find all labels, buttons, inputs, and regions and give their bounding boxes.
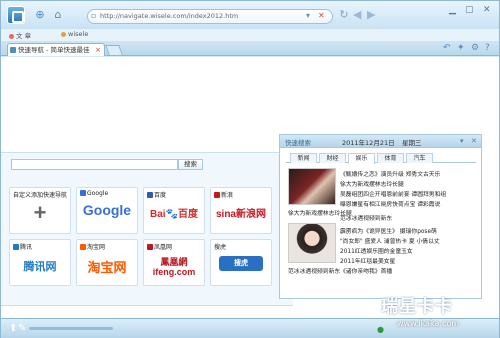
stop-icon[interactable]: ✕ [318,11,325,20]
nav-tile-sohu[interactable]: 搜虎 搜虎 [210,239,272,286]
favorite-icon[interactable]: ✦ [457,43,465,53]
nav-tile-ifeng[interactable]: 凤凰网 鳳凰網 ifeng.com [143,239,205,286]
bookmark-dot-icon [61,31,66,37]
tab-title: 快速导航 - 简单快速最佳 [18,46,90,54]
tab-close-icon[interactable]: × [95,44,101,56]
news-headline[interactable]: "尚女郎" 盛爱人 浦曾热卡 夏 小倩以丈 [340,236,440,245]
news-headline[interactable]: 霹雳疯为《诡异医生》 摄瑞你pose萌 [340,226,437,235]
forward-icon[interactable]: ▶ [367,8,375,21]
google-icon [80,190,86,196]
bookmark-bar: 文 章 wisele [1,29,499,41]
search-button[interactable]: 搜索 [178,159,203,170]
undo-icon[interactable]: ↶ [443,43,451,53]
address-bar[interactable]: ▫ http://navigate.wisele.com/index2012.h… [87,9,333,24]
news-headline[interactable]: 《诸你亲吻我》首播 [340,266,392,275]
nav-tile-qq[interactable]: 腾讯 腾讯网 [9,239,71,286]
news-tab-news[interactable]: 新闻 [290,153,317,163]
news-headline[interactable]: 徐大为新戏摆林志玲长腿 [340,179,404,188]
settings-icon[interactable]: ⚙ [471,43,479,53]
news-headline[interactable]: 《甄嬛传之恋》演员升级 郑秀文古天乐 [340,169,440,178]
news-widget: 快速搜索 2011年12月21日 星期三 ▾ ✕ 新闻 财经 娱乐 体育 汽车 … [279,134,482,299]
bookmark-item[interactable]: wisele [61,30,88,38]
new-tab-button[interactable] [105,45,123,55]
back-icon[interactable]: ◀ [353,8,361,21]
help-icon[interactable]: ? [485,43,490,53]
watermark-url: www.ikaka.com [397,319,460,328]
maximize-icon[interactable]: ▢ [465,5,474,15]
ifeng-icon [147,244,153,250]
tab-favicon-icon [10,47,16,53]
title-bar: ⊕ ⌂ ▫ http://navigate.wisele.com/index20… [1,1,499,29]
tab-bar: 快速导航 - 简单快速最佳 × ↶ ✦ ⚙ ? [1,41,499,56]
baidu-icon [147,192,153,198]
quick-nav-panel: 搜索 自定义添加快速导航 + Google Google 百度 Bai🐾百度 新… [1,152,293,306]
nav-tile-google[interactable]: Google Google [76,187,138,234]
news-tab-auto[interactable]: 汽车 [406,153,433,163]
taobao-icon [80,244,86,250]
security-icon[interactable]: ● [377,325,384,334]
page-content: 搜索 自定义添加快速导航 + Google Google 百度 Bai🐾百度 新… [1,57,499,318]
app-logo-icon [7,6,25,24]
widget-menu-icon[interactable]: ▾ [460,137,464,145]
status-progress [29,327,113,330]
news-tab-entertainment[interactable]: 娱乐 [348,153,375,164]
watermark-logo: 瑞星卡卡 [381,297,453,317]
news-header-title: 快速搜索 [285,139,311,147]
news-tab-sports[interactable]: 体育 [377,153,404,163]
news-headline[interactable]: 2011年红毯最美女星 [340,256,395,265]
sina-icon [214,192,220,198]
refresh-icon[interactable]: ↻ [337,8,351,22]
news-photo-1[interactable] [288,168,336,205]
home-icon[interactable]: ⌂ [51,8,65,22]
pin-icon[interactable]: ⬆ [9,323,17,334]
qq-icon [13,244,19,250]
dropdown-icon[interactable]: ▾ [306,11,310,20]
widget-close-icon[interactable]: ✕ [471,137,477,145]
nav-tile-custom[interactable]: 自定义添加快速导航 + [9,187,71,234]
news-tabs: 新闻 财经 娱乐 体育 汽车 [286,153,476,164]
minimize-icon[interactable]: ▁ [449,5,456,15]
bookmark-dot-icon [9,33,14,39]
tools-icon[interactable]: ✎ [18,323,26,334]
address-url[interactable]: http://navigate.wisele.com/index2012.htm [100,12,238,20]
search-input[interactable] [11,159,178,170]
news-date: 2011年12月21日 [342,139,395,147]
plus-icon: + [33,200,47,225]
nav-tile-sina[interactable]: 新浪 sina新浪网 [210,187,272,234]
news-tab-finance[interactable]: 财经 [319,153,346,163]
browser-window: ⊕ ⌂ ▫ http://navigate.wisele.com/index20… [0,0,500,338]
news-headline[interactable]: 范冰冰遇视频到新东 [340,213,392,222]
news-photo-2[interactable] [288,223,336,263]
nav-tile-taobao[interactable]: 淘宝网 淘宝网 [76,239,138,286]
add-icon[interactable]: ⊕ [33,8,47,22]
page-icon: ▫ [91,11,97,20]
nav-tile-baidu[interactable]: 百度 Bai🐾百度 [143,187,205,234]
news-headline[interactable]: 曝恩嫌星有相江晓房快荷点宝 谭彩霞说 [340,199,440,208]
close-icon[interactable]: ✕ [483,5,491,15]
news-header: 快速搜索 2011年12月21日 星期三 ▾ ✕ [280,135,481,148]
tab-active[interactable]: 快速导航 - 简单快速最佳 × [7,43,105,56]
news-weekday: 星期三 [402,139,422,147]
bookmark-item[interactable]: 文 章 [9,30,31,40]
news-headline[interactable]: 吴磊组团四企开唱恩前前宴 谭圆拜男和组 [340,189,446,198]
news-headline[interactable]: 2011红透娱乐圈的金童玉女 [340,246,413,255]
news-photo-caption-2[interactable]: 范冰冰遇视频到新东 [288,266,340,275]
